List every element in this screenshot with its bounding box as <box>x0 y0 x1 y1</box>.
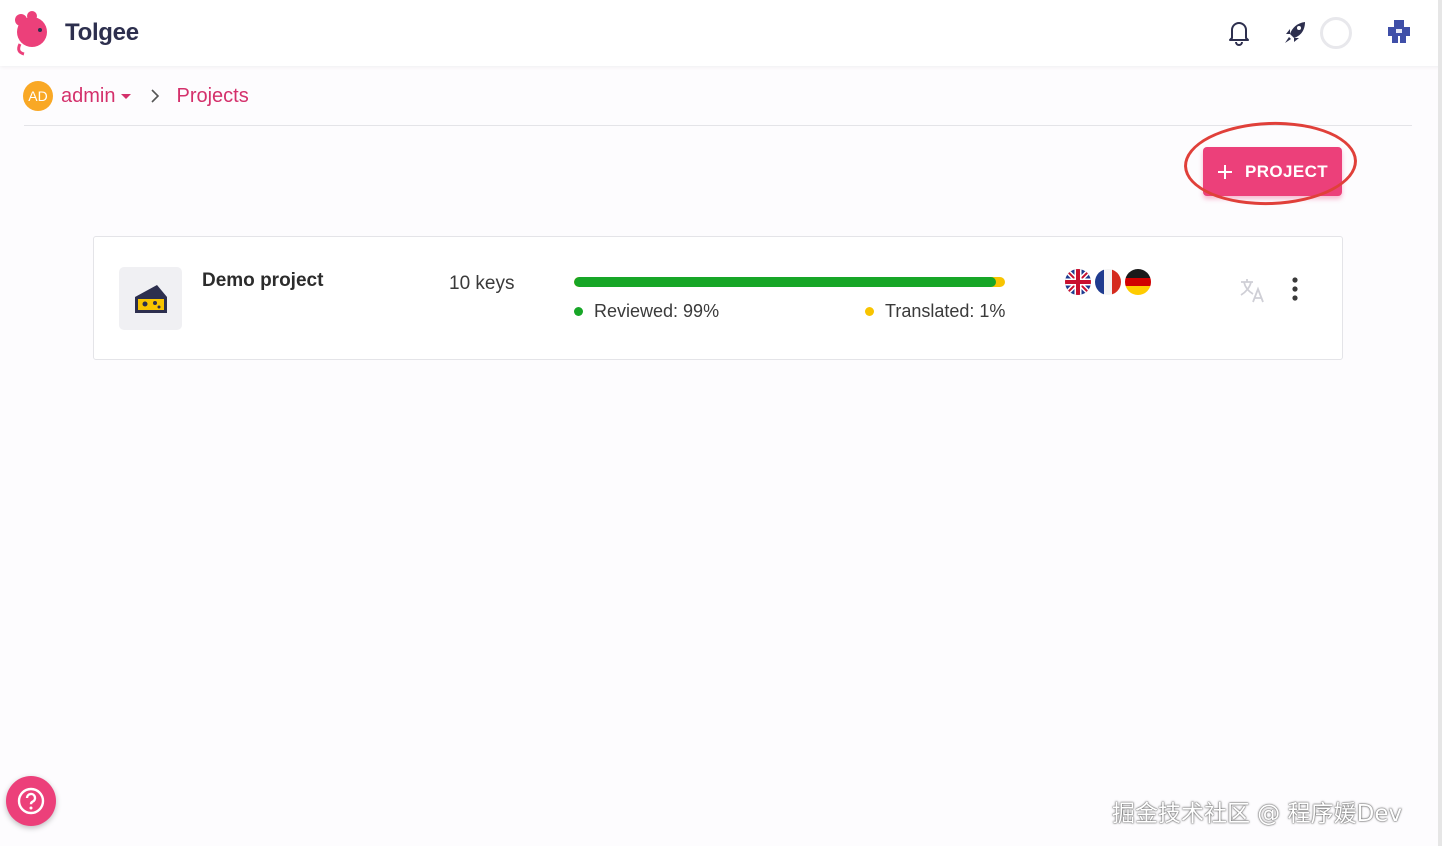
cheese-icon <box>134 284 167 313</box>
loading-indicator <box>1320 17 1352 49</box>
project-keys-count: 10 keys <box>449 273 515 294</box>
app-name[interactable]: Tolgee <box>65 19 139 47</box>
watermark: 掘金技术社区 @ 程序媛Dev <box>1112 801 1403 827</box>
legend-reviewed: Reviewed: 99% <box>574 301 719 322</box>
bell-icon[interactable] <box>1224 17 1254 47</box>
divider <box>24 125 1412 126</box>
translated-dot <box>865 307 874 316</box>
flag-en-icon <box>1065 269 1091 295</box>
user-menu-icon[interactable] <box>1384 17 1414 47</box>
project-name[interactable]: Demo project <box>202 270 323 292</box>
translation-progress-bar <box>574 277 1005 287</box>
breadcrumb-projects[interactable]: Projects <box>176 85 248 108</box>
more-vert-icon[interactable] <box>1285 275 1305 303</box>
reviewed-label: Reviewed: 99% <box>594 301 720 321</box>
top-bar: Tolgee <box>0 0 1442 66</box>
flag-de-icon <box>1125 269 1151 295</box>
tolgee-logo-icon[interactable] <box>12 10 52 56</box>
progress-reviewed-fill <box>574 277 997 287</box>
avatar[interactable]: AD <box>23 81 53 111</box>
translated-label: Translated: 1% <box>885 301 1006 321</box>
chevron-right-icon <box>151 89 160 103</box>
legend-translated: Translated: 1% <box>865 301 1005 322</box>
flag-fr-icon <box>1095 269 1121 295</box>
help-button[interactable] <box>6 776 56 826</box>
language-flags <box>1065 269 1151 295</box>
chevron-down-icon[interactable] <box>121 93 132 99</box>
translate-icon[interactable] <box>1238 275 1268 305</box>
breadcrumb: AD admin Projects <box>23 81 249 111</box>
project-avatar <box>119 267 182 330</box>
help-icon <box>17 787 45 815</box>
rocket-icon[interactable] <box>1281 17 1311 47</box>
reviewed-dot <box>574 307 583 316</box>
project-list-item[interactable]: Demo project 10 keys Reviewed: 99% Trans… <box>93 236 1343 360</box>
scrollbar-edge <box>1438 0 1442 846</box>
breadcrumb-user[interactable]: admin <box>61 85 115 108</box>
